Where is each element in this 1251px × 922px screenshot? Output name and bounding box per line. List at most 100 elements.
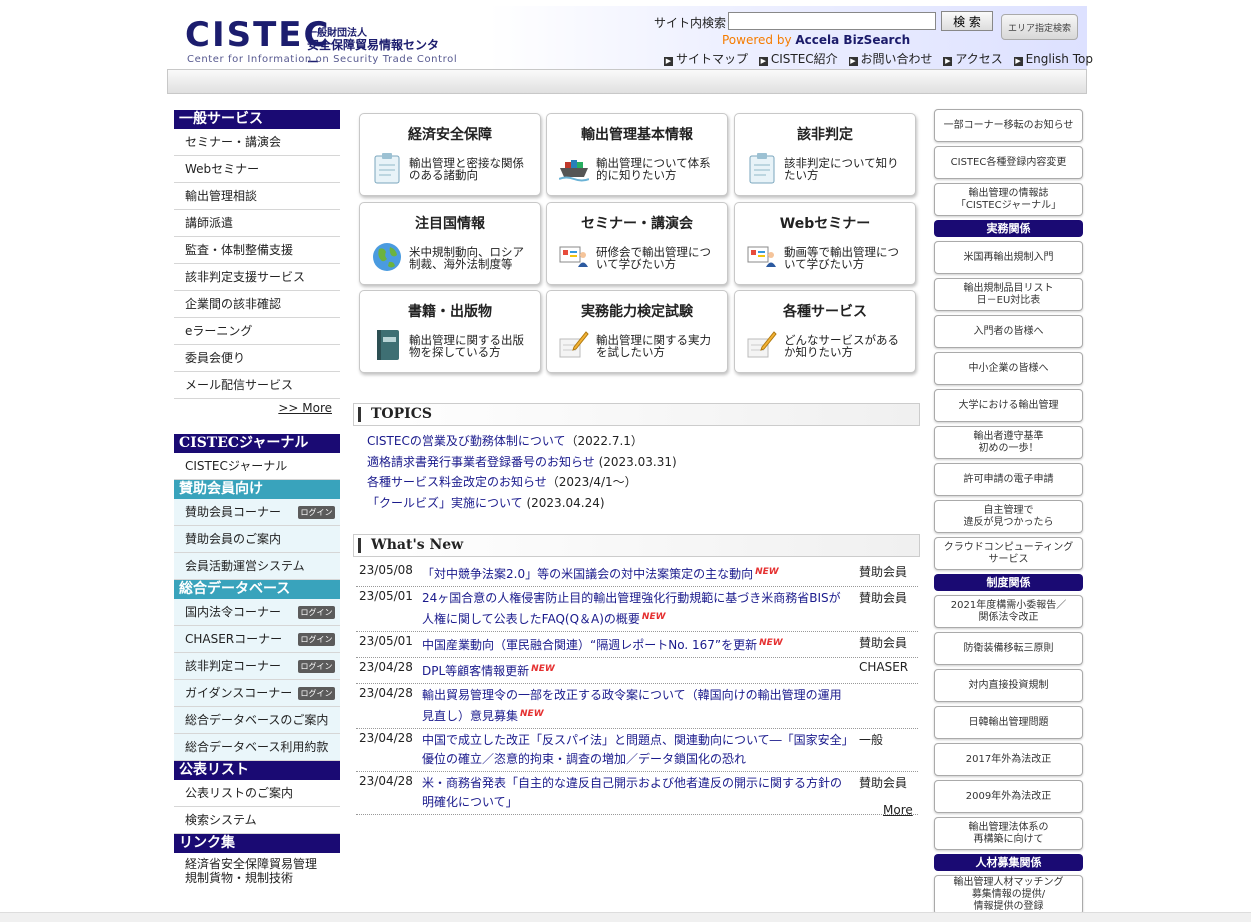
sidebar-item-inter-company[interactable]: 企業間の該非確認 [174,291,340,318]
right-button[interactable]: 防衛装備移転三原則 [934,632,1083,665]
topic-link[interactable]: 適格請求書発行事業者登録番号のお知らせ [367,455,595,469]
sidebar-item-meti-link[interactable]: 経済省安全保障貿易管理 規制貨物・規制技術 [174,853,340,889]
search-input[interactable] [728,12,936,30]
journal-button[interactable]: 輸出管理の情報誌 「CISTECジャーナル」 [934,183,1083,216]
sidebar-item-search-system[interactable]: 検索システム [174,807,340,834]
presentation-icon [559,246,588,267]
tile-seminar[interactable]: セミナー・講演会 研修会で輸出管理について学びたい方 [546,202,728,285]
sidebar-item-audit[interactable]: 監査・体制整備支援 [174,237,340,264]
news-text: 「対中競争法案2.0」等の米国議会の対中法案策定の主な動向 [422,567,754,581]
news-category: 賛助会員 [859,565,908,579]
news-text: DPL等顧客情報更新 [422,664,530,678]
notice-button[interactable]: 一部コーナー移転のお知らせ [934,109,1083,142]
public-list-header: 公表リスト [174,761,340,780]
right-button[interactable]: 2009年外為法改正 [934,780,1083,813]
header-bar [358,407,361,422]
news-date: 23/04/28 [359,731,413,745]
sidebar-item-db-terms[interactable]: 総合データベース利用約款 [174,734,340,761]
right-button[interactable]: 対内直接投資規制 [934,669,1083,702]
news-link[interactable]: 中国で成立した改正「反スパイ法」と問題点、関連動向について―「国家安全」優位の確… [422,731,852,769]
topic-link[interactable]: 「クールビズ」実施について [367,496,523,510]
news-link[interactable]: 中国産業動向（軍民融合関連）“隔週レポートNo. 167”を更新 NEW [422,634,852,655]
login-badge[interactable]: ログイン [298,633,335,646]
login-badge[interactable]: ログイン [298,687,335,700]
english-top-link[interactable]: ▶ English Top [1013,52,1093,66]
right-button[interactable]: 入門者の皆様へ [934,315,1083,348]
journal-header: CISTECジャーナル [174,434,340,453]
right-button[interactable]: 輸出管理法体系の 再構築に向けて [934,817,1083,850]
sidebar-item-lecturer[interactable]: 講師派遣 [174,210,340,237]
area-search-button[interactable]: エリア指定検索 [1001,14,1078,40]
sidebar-item-list-guide[interactable]: 公表リストのご案内 [174,780,340,807]
arrow-right-icon: ▶ [1013,57,1023,66]
sidebar-item-member-guide[interactable]: 賛助会員のご案内 [174,526,340,553]
tile-title: Webセミナー [779,216,871,232]
right-button[interactable]: 中小企業の皆様へ [934,352,1083,385]
login-badge[interactable]: ログイン [298,506,335,519]
login-badge[interactable]: ログイン [298,660,335,673]
news-link[interactable]: DPL等顧客情報更新 NEW [422,660,852,681]
sidebar-item-db-guide[interactable]: 総合データベースのご案内 [174,707,340,734]
sidebar-item-committee[interactable]: 委員会便り [174,345,340,372]
right-button[interactable]: 米国再輸出規制入門 [934,241,1083,274]
right-button[interactable]: 自主管理で 違反が見つかったら [934,500,1083,533]
sidebar-item-domestic-law[interactable]: 国内法令コーナー ログイン [174,599,340,626]
sidebar-item-classification[interactable]: 該非判定コーナー ログイン [174,653,340,680]
sidebar-item-classification-support[interactable]: 該非判定支援サービス [174,264,340,291]
topic-link[interactable]: CISTECの営業及び勤務体制について [367,434,565,448]
access-link[interactable]: ▶ アクセス [943,52,1003,66]
tile-books[interactable]: 書籍・出版物 輸出管理に関する出版物を探している方 [359,290,541,373]
topic-item: 「クールビズ」実施について (2023.04.24) [367,493,677,514]
login-badge[interactable]: ログイン [298,606,335,619]
news-link[interactable]: 「対中競争法案2.0」等の米国議会の対中法案策定の主な動向 NEW [422,563,852,584]
news-more-link[interactable]: More [883,803,913,817]
domestic-law-label: 国内法令コーナー [185,605,282,619]
topics-header: TOPICS [353,403,920,426]
new-badge: NEW [759,638,783,648]
tile-basic-info[interactable]: 輸出管理基本情報 輸出管理について体系的に知りたい方 [546,113,728,196]
sidebar-item-seminar[interactable]: セミナー・講演会 [174,129,340,156]
cistec-logo[interactable]: CISTEC 一般財団法人 安全保障貿易情報センター Center for In… [185,17,457,69]
news-text: 中国産業動向（軍民融合関連）“隔週レポートNo. 167”を更新 [422,638,758,652]
sidebar-item-mail[interactable]: メール配信サービス [174,372,340,399]
news-link[interactable]: 輸出貿易管理令の一部を改正する政令案について（韓国向けの輸出管理の運用見直し）意… [422,686,852,726]
search-button[interactable]: 検 索 [941,11,993,31]
right-button[interactable]: 輸出規制品目リスト 日－EU対比表 [934,278,1083,311]
english-top-label: English Top [1025,52,1093,66]
tile-classification[interactable]: 該非判定 該非判定について知りたい方 [734,113,916,196]
sidebar-item-member-corner[interactable]: 賛助会員コーナー ログイン [174,499,340,526]
topic-link[interactable]: 各種サービス料金改定のお知らせ [367,475,547,489]
tile-exam[interactable]: 実務能力検定試験 輸出管理に関する実力を試したい方 [546,290,728,373]
tile-economic-security[interactable]: 経済安全保障 輸出管理と密接な関係のある諸動向 [359,113,541,196]
sidebar-item-web-seminar[interactable]: Webセミナー [174,156,340,183]
sidebar-more-link[interactable]: >> More [174,399,340,423]
tile-title: 該非判定 [797,127,853,143]
about-link[interactable]: ▶ CISTEC紹介 [758,52,838,66]
sidebar-item-elearning[interactable]: eラーニング [174,318,340,345]
sidebar-item-member-system[interactable]: 会員活動運営システム [174,553,340,580]
right-button[interactable]: 輸出者遵守基準 初めの一歩！ [934,426,1083,459]
right-button[interactable]: 輸出管理人材マッチング 募集情報の提供/ 情報提供の登録 [934,875,1083,915]
registration-change-button[interactable]: CISTEC各種登録内容変更 [934,146,1083,179]
right-button[interactable]: 大学における輸出管理 [934,389,1083,422]
right-button[interactable]: 許可申請の電子申請 [934,463,1083,496]
tile-desc: 米中規制動向、ロシア制裁、海外法制度等 [409,245,524,271]
contact-link[interactable]: ▶ お問い合わせ [848,52,933,66]
tile-web-seminar[interactable]: Webセミナー 動画等で輸出管理について学びたい方 [734,202,916,285]
right-button[interactable]: クラウドコンピューティング サービス [934,537,1083,570]
sitemap-link[interactable]: ▶ サイトマップ [664,52,748,66]
sidebar-item-chaser[interactable]: CHASERコーナー ログイン [174,626,340,653]
tile-country-info[interactable]: 注目国情報 米中規制動向、ロシア制裁、海外法制度等 [359,202,541,285]
member-corner-label: 賛助会員コーナー [185,505,282,519]
links-header: リンク集 [174,834,340,853]
right-button[interactable]: 日韓輸出管理問題 [934,706,1083,739]
right-button[interactable]: 2017年外為法改正 [934,743,1083,776]
topic-item: 適格請求書発行事業者登録番号のお知らせ (2023.03.31) [367,452,677,473]
tile-services[interactable]: 各種サービス どんなサービスがあるか知りたい方 [734,290,916,373]
sidebar-item-journal[interactable]: CISTECジャーナル [174,453,340,480]
right-button[interactable]: 2021年度構需小委報告／ 関係法令改正 [934,595,1083,628]
sidebar-item-guidance[interactable]: ガイダンスコーナー ログイン [174,680,340,707]
news-link[interactable]: 米・商務省発表「自主的な違反自己開示および他者違反の開示に関する方針の明確化につ… [422,774,852,812]
sidebar-item-consultation[interactable]: 輸出管理相談 [174,183,340,210]
news-link[interactable]: 24ヶ国合意の人権侵害防止目的輸出管理強化行動規範に基づき米商務省BISが人権に… [422,589,852,629]
